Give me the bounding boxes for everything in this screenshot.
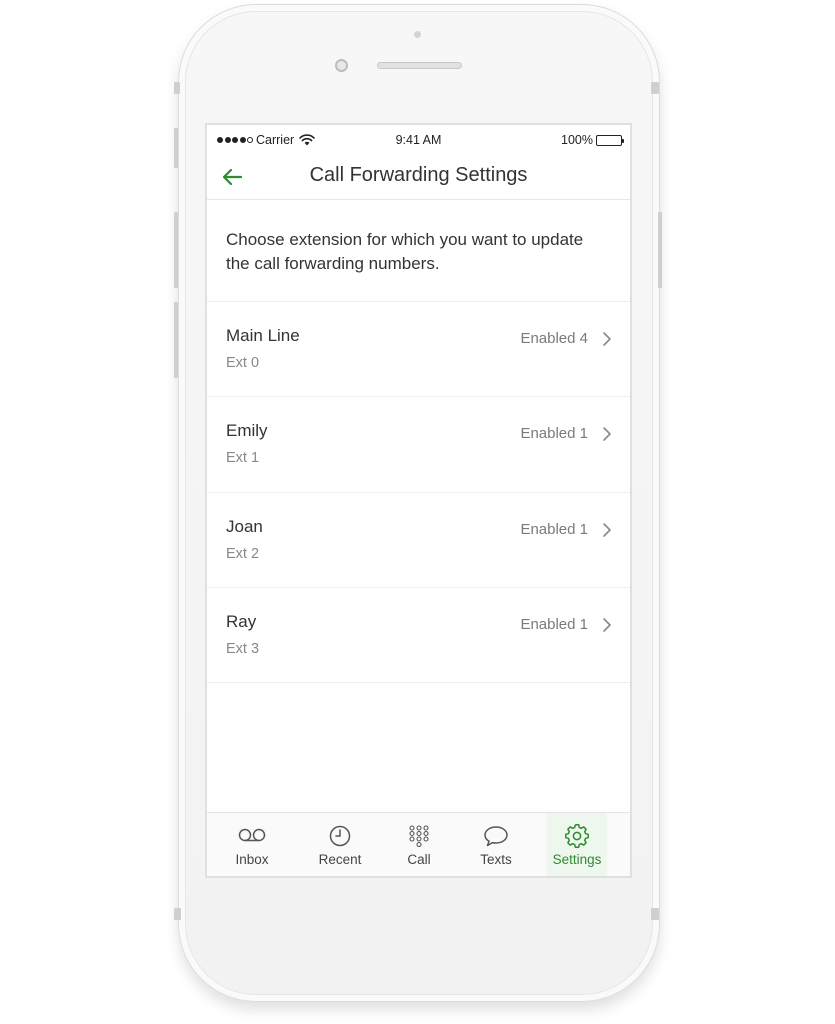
extension-number: Ext 3: [226, 640, 260, 657]
tab-bar: Inbox Recent Call Texts Settings: [207, 812, 630, 876]
extension-number: Ext 1: [226, 450, 260, 467]
chat-bubble-icon: [484, 826, 508, 847]
chevron-right-icon: [603, 427, 611, 442]
front-camera: [335, 59, 348, 72]
tab-recent[interactable]: Recent: [297, 813, 383, 876]
tab-label: Inbox: [235, 852, 269, 867]
tab-label: Recent: [318, 852, 362, 867]
extension-row-joan[interactable]: Joan Ext 2 Enabled 1: [207, 493, 630, 588]
power-button: [658, 212, 662, 288]
extension-name: Joan: [226, 516, 263, 536]
phone-screen: Carrier 9:41 AM 100% Call Forwarding Set…: [205, 123, 632, 878]
extension-row-emily[interactable]: Emily Ext 1 Enabled 1: [207, 397, 630, 493]
tab-inbox[interactable]: Inbox: [207, 813, 297, 876]
side-button: [651, 908, 659, 920]
tab-texts[interactable]: Texts: [455, 813, 537, 876]
extension-name: Ray: [226, 611, 257, 631]
volume-down-button: [174, 302, 178, 378]
keypad-icon: [409, 825, 429, 847]
battery-icon: [596, 134, 624, 146]
intro-text: Choose extension for which you want to u…: [207, 201, 630, 302]
chevron-right-icon: [603, 332, 611, 346]
forwarding-status: Enabled 1: [520, 520, 588, 538]
extension-name: Main Line: [226, 326, 300, 345]
side-button: [174, 908, 181, 920]
voicemail-icon: [238, 828, 266, 842]
page-title: Call Forwarding Settings: [309, 164, 528, 186]
volume-up-button: [174, 212, 178, 288]
side-button: [651, 82, 659, 94]
extension-number: Ext 2: [226, 545, 260, 562]
earpiece-speaker: [377, 62, 462, 69]
forwarding-status: Enabled 1: [520, 615, 588, 633]
tab-spacer: [537, 813, 547, 876]
battery-info: 100%: [561, 133, 624, 147]
chevron-right-icon: [603, 618, 611, 632]
chevron-right-icon: [603, 522, 611, 537]
forwarding-status: Enabled 4: [520, 330, 588, 347]
extension-row-ray[interactable]: Ray Ext 3 Enabled 1: [207, 588, 630, 684]
navigation-bar: Call Forwarding Settings: [207, 155, 630, 200]
status-bar: Carrier 9:41 AM 100%: [207, 125, 630, 155]
tab-label: Settings: [552, 852, 602, 867]
tab-label: Call: [407, 852, 431, 867]
extension-name: Emily: [226, 421, 268, 441]
battery-percent: 100%: [561, 133, 593, 147]
clock-icon: [329, 825, 351, 847]
tab-label: Texts: [480, 852, 512, 867]
extension-number: Ext 0: [226, 355, 260, 371]
tab-settings[interactable]: Settings: [547, 813, 607, 876]
extension-list: Main Line Ext 0 Enabled 4 Emily Ext 1 En…: [207, 302, 630, 684]
tab-call[interactable]: Call: [383, 813, 455, 876]
proximity-sensor: [414, 31, 421, 38]
gear-icon: [565, 824, 589, 848]
forwarding-status: Enabled 1: [520, 425, 588, 443]
extension-row-main-line[interactable]: Main Line Ext 0 Enabled 4: [207, 302, 630, 398]
mute-switch: [174, 128, 178, 168]
side-button: [174, 82, 180, 94]
